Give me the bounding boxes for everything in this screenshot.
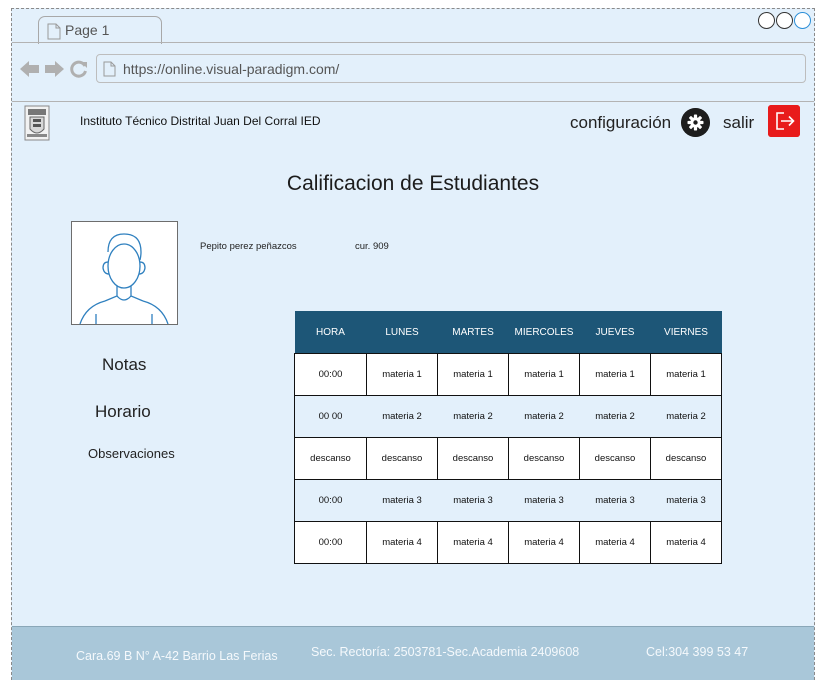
table-cell: materia 1	[508, 353, 580, 396]
table-cell: 00 00	[294, 395, 367, 438]
table-cell: 00:00	[294, 353, 367, 396]
table-cell: materia 2	[579, 395, 651, 438]
table-cell: materia 1	[437, 353, 509, 396]
table-cell: materia 2	[508, 395, 580, 438]
browser-window: Page 1 https://online.visual-paradigm.co…	[11, 8, 815, 680]
toolbar-divider	[12, 101, 814, 102]
column-header: MIERCOLES	[508, 311, 580, 354]
table-cell: descanso	[437, 437, 509, 480]
column-header: HORA	[294, 311, 367, 354]
table-row: 00:00 materia 4 materia 4 materia 4 mate…	[294, 521, 722, 564]
table-cell: materia 3	[508, 479, 580, 522]
school-logo	[24, 105, 50, 141]
menu-horario[interactable]: Horario	[95, 402, 151, 422]
window-close-button[interactable]	[794, 12, 811, 29]
tab-label: Page 1	[65, 22, 110, 38]
table-cell: 00:00	[294, 479, 367, 522]
address-bar[interactable]: https://online.visual-paradigm.com/	[96, 54, 806, 83]
url-text: https://online.visual-paradigm.com/	[123, 61, 340, 77]
student-course: cur. 909	[355, 241, 389, 252]
school-name: Instituto Técnico Distrital Juan Del Cor…	[80, 114, 321, 128]
schedule-table: HORA LUNES MARTES MIERCOLES JUEVES VIERN…	[294, 311, 722, 564]
table-cell: 00:00	[294, 521, 367, 564]
table-cell: materia 4	[650, 521, 722, 564]
avatar	[71, 221, 178, 325]
gear-icon[interactable]	[681, 108, 710, 137]
student-name: Pepito perez peñazcos	[200, 241, 297, 252]
table-header-row: HORA LUNES MARTES MIERCOLES JUEVES VIERN…	[294, 311, 722, 354]
table-cell: materia 3	[366, 479, 438, 522]
page-title: Calificacion de Estudiantes	[286, 172, 540, 195]
table-cell: materia 4	[437, 521, 509, 564]
table-cell: materia 2	[650, 395, 722, 438]
window-minimize-button[interactable]	[758, 12, 775, 29]
footer-phones: Sec. Rectoría: 2503781-Sec.Academia 2409…	[311, 645, 580, 659]
table-cell: materia 4	[579, 521, 651, 564]
table-cell: materia 4	[508, 521, 580, 564]
table-cell: descanso	[366, 437, 438, 480]
table-cell: descanso	[579, 437, 651, 480]
user-avatar-icon	[79, 233, 169, 325]
footer-cell: Cel:304 399 53 47	[646, 645, 749, 659]
column-header: JUEVES	[579, 311, 651, 354]
column-header: LUNES	[366, 311, 438, 354]
table-row: descanso descanso descanso descanso desc…	[294, 437, 722, 480]
page-icon	[47, 23, 61, 40]
footer: Cara.69 B N° A-42 Barrio Las Ferias Sec.…	[12, 626, 814, 680]
table-cell: materia 4	[366, 521, 438, 564]
column-header: MARTES	[437, 311, 509, 354]
table-cell: descanso	[294, 437, 367, 480]
table-cell: materia 2	[366, 395, 438, 438]
browser-tab[interactable]: Page 1	[38, 16, 162, 44]
tab-divider	[12, 42, 814, 43]
table-cell: descanso	[650, 437, 722, 480]
table-cell: materia 3	[437, 479, 509, 522]
window-controls	[758, 12, 811, 29]
table-cell: materia 3	[650, 479, 722, 522]
table-cell: materia 3	[579, 479, 651, 522]
logout-link[interactable]: salir	[723, 113, 754, 133]
table-cell: descanso	[508, 437, 580, 480]
page-icon	[103, 61, 116, 77]
settings-link[interactable]: configuración	[570, 113, 671, 133]
window-maximize-button[interactable]	[776, 12, 793, 29]
table-row: 00 00 materia 2 materia 2 materia 2 mate…	[294, 395, 722, 438]
footer-address: Cara.69 B N° A-42 Barrio Las Ferias	[76, 649, 278, 663]
menu-observaciones[interactable]: Observaciones	[88, 446, 175, 461]
logout-icon[interactable]	[768, 105, 800, 137]
table-cell: materia 1	[650, 353, 722, 396]
table-cell: materia 1	[579, 353, 651, 396]
forward-arrow-icon[interactable]	[44, 60, 64, 78]
table-cell: materia 2	[437, 395, 509, 438]
column-header: VIERNES	[650, 311, 722, 354]
menu-notas[interactable]: Notas	[102, 355, 146, 375]
table-row: 00:00 materia 3 materia 3 materia 3 mate…	[294, 479, 722, 522]
table-row: 00:00 materia 1 materia 1 materia 1 mate…	[294, 353, 722, 396]
table-cell: materia 1	[366, 353, 438, 396]
reload-icon[interactable]	[70, 60, 88, 78]
back-arrow-icon[interactable]	[20, 60, 40, 78]
